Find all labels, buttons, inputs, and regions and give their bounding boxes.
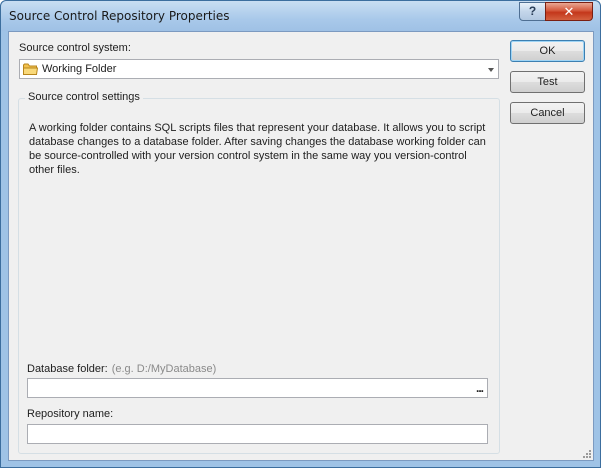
close-button[interactable]: ✕ <box>545 2 593 21</box>
resize-grip-icon[interactable] <box>582 449 592 459</box>
title-bar[interactable]: Source Control Repository Properties ? ✕ <box>1 1 600 31</box>
repository-name-input[interactable] <box>27 424 488 444</box>
database-folder-input[interactable]: ... <box>27 378 488 398</box>
chevron-down-icon[interactable] <box>488 68 494 72</box>
folder-icon <box>23 63 38 75</box>
source-control-system-dropdown[interactable]: Working Folder <box>19 59 499 79</box>
dialog-client-area: Source control system: Working Folder So… <box>8 31 594 461</box>
database-folder-label-row: Database folder: (e.g. D:/MyDatabase) <box>27 363 216 375</box>
source-control-system-value: Working Folder <box>42 63 117 75</box>
dialog-window: Source Control Repository Properties ? ✕… <box>0 0 601 468</box>
repository-name-label: Repository name: <box>27 408 114 420</box>
ok-button[interactable]: OK <box>510 40 585 62</box>
help-button[interactable]: ? <box>519 2 546 21</box>
cancel-button[interactable]: Cancel <box>510 102 585 124</box>
settings-description: A working folder contains SQL scripts fi… <box>29 122 486 176</box>
browse-folder-button[interactable]: ... <box>476 381 484 395</box>
help-icon: ? <box>528 4 537 18</box>
test-button[interactable]: Test <box>510 71 585 93</box>
close-icon: ✕ <box>563 4 575 19</box>
database-folder-hint: (e.g. D:/MyDatabase) <box>111 363 217 375</box>
source-control-settings-title: Source control settings <box>25 91 143 103</box>
window-title: Source Control Repository Properties <box>9 9 230 23</box>
database-folder-label: Database folder: <box>27 363 108 375</box>
source-control-system-label: Source control system: <box>19 42 131 54</box>
